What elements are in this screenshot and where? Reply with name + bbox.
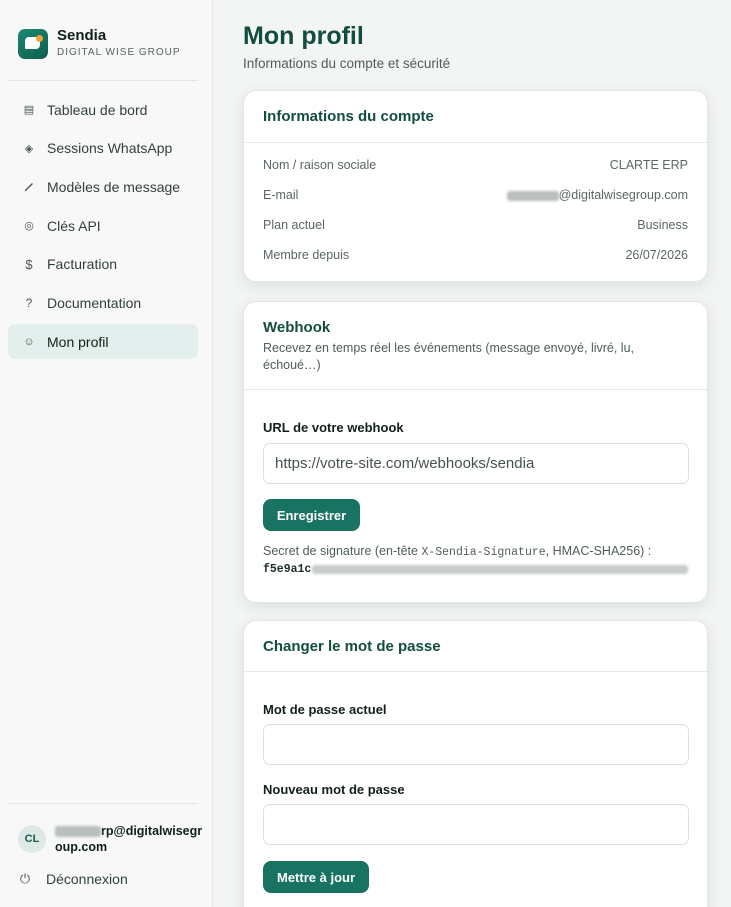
card-title: Webhook	[263, 319, 331, 336]
new-password-label: Nouveau mot de passe	[263, 782, 405, 797]
current-password-field[interactable]	[263, 724, 689, 765]
dollar-icon: $	[25, 256, 33, 272]
secret-description: Secret de signature (en-tête X-Sendia-Si…	[263, 543, 688, 561]
sidebar-item-documentation[interactable]: ? Documentation	[8, 285, 198, 320]
secret-suffix: , HMAC-SHA256) :	[545, 544, 652, 558]
redacted-text	[506, 190, 559, 201]
page-title: Mon profil	[243, 22, 364, 50]
sidebar: Sendia DIGITAL WISE GROUP ▤ Tableau de b…	[0, 0, 213, 907]
power-icon: ⏻	[19, 871, 31, 886]
sidebar-item-label: Documentation	[47, 294, 142, 311]
info-value: 26/07/2026	[625, 248, 688, 262]
page-subtitle: Informations du compte et sécurité	[243, 56, 451, 71]
new-password-field[interactable]	[263, 804, 689, 845]
current-password-label: Mot de passe actuel	[263, 702, 387, 717]
sidebar-item-api-keys[interactable]: ◎ Clés API	[8, 208, 198, 243]
sidebar-item-label: Modèles de message	[47, 178, 181, 195]
dashboard-icon: ▤	[23, 104, 35, 116]
info-row-member-since: Membre depuis 26/07/2026	[244, 240, 707, 270]
user-account[interactable]: CL rp@digitalwisegroup.com	[18, 823, 203, 855]
card-title: Informations du compte	[263, 108, 434, 125]
redacted-text	[55, 826, 101, 838]
info-label: E-mail	[263, 188, 299, 202]
card-title: Changer le mot de passe	[263, 638, 441, 655]
avatar: CL	[18, 825, 46, 853]
brand-name: Sendia	[57, 27, 107, 44]
info-value: CLARTE ERP	[609, 158, 688, 172]
user-icon: ☺	[23, 335, 35, 348]
logout-button[interactable]: ⏻ Déconnexion	[18, 871, 128, 887]
redacted-secret	[312, 565, 688, 574]
secret-prefix: Secret de signature (en-tête	[263, 544, 422, 558]
info-label: Membre depuis	[263, 248, 350, 262]
info-row-name: Nom / raison sociale CLARTE ERP	[244, 150, 707, 180]
secret-visible-part: f5e9a1c	[263, 563, 312, 576]
sendia-logo-icon	[18, 28, 48, 59]
update-password-button[interactable]: Mettre à jour	[263, 861, 369, 893]
pen-icon: |	[23, 181, 35, 193]
info-value: Business	[637, 218, 688, 232]
info-label: Nom / raison sociale	[263, 158, 377, 172]
save-webhook-button[interactable]: Enregistrer	[263, 499, 360, 531]
account-info-card: Informations du compte Nom / raison soci…	[243, 90, 708, 282]
sessions-icon: ◈	[24, 142, 34, 155]
info-row-plan: Plan actuel Business	[244, 210, 707, 240]
sidebar-divider	[8, 80, 198, 81]
sidebar-item-label: Facturation	[47, 256, 118, 273]
webhook-description: Recevez en temps réel les événements (me…	[263, 341, 635, 372]
user-email: rp@digitalwisegroup.com	[55, 823, 203, 855]
key-icon: ◎	[24, 220, 34, 233]
sidebar-nav: ▤ Tableau de bord ◈ Sessions WhatsApp | …	[8, 92, 198, 363]
webhook-url-input[interactable]: https://votre-site.com/webhooks/sendia	[263, 443, 689, 484]
sidebar-item-label: Mon profil	[47, 333, 109, 350]
sidebar-item-sessions[interactable]: ◈ Sessions WhatsApp	[8, 131, 198, 166]
sidebar-item-label: Clés API	[47, 217, 101, 234]
sidebar-item-profile[interactable]: ☺ Mon profil	[8, 324, 198, 360]
email-domain: @digitalwisegroup.com	[558, 188, 688, 202]
info-row-email: E-mail @digitalwisegroup.com	[244, 180, 707, 210]
secret-header-name: X-Sendia-Signature	[421, 546, 546, 559]
sidebar-item-dashboard[interactable]: ▤ Tableau de bord	[8, 92, 198, 127]
help-icon: ?	[25, 295, 33, 310]
sidebar-footer-divider	[8, 803, 198, 804]
sidebar-item-label: Tableau de bord	[47, 101, 148, 118]
brand[interactable]: Sendia DIGITAL WISE GROUP	[18, 27, 181, 60]
sidebar-item-templates[interactable]: | Modèles de message	[8, 169, 198, 204]
logout-label: Déconnexion	[46, 871, 128, 887]
info-label: Plan actuel	[263, 218, 325, 232]
password-card: Changer le mot de passe Mot de passe act…	[243, 620, 708, 907]
webhook-card: Webhook Recevez en temps réel les événem…	[243, 301, 708, 603]
secret-value: f5e9a1c	[263, 561, 688, 578]
webhook-url-label: URL de votre webhook	[263, 420, 404, 435]
brand-subtitle: DIGITAL WISE GROUP	[57, 47, 181, 58]
sidebar-item-billing[interactable]: $ Facturation	[8, 247, 198, 282]
sidebar-item-label: Sessions WhatsApp	[47, 140, 173, 157]
info-value-email: @digitalwisegroup.com	[506, 188, 688, 202]
